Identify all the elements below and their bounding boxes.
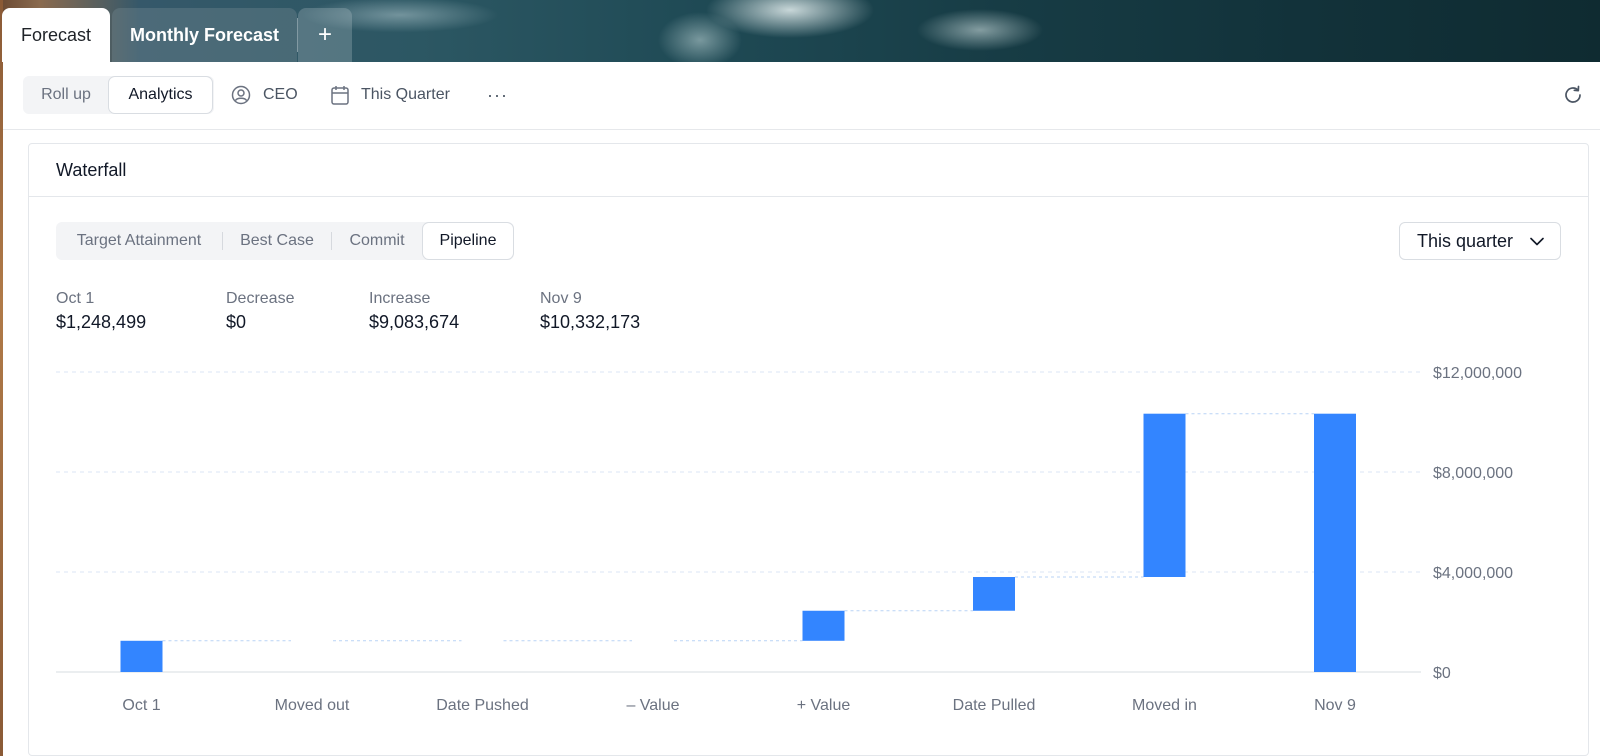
- refresh-icon[interactable]: [1562, 84, 1584, 106]
- x-tick-label: Date Pushed: [436, 697, 529, 714]
- tab-forecast[interactable]: Forecast: [2, 8, 110, 62]
- waterfall-card: Waterfall Target Attainment Best Case Co…: [28, 143, 1589, 756]
- tab-forecast-label: Forecast: [20, 24, 92, 45]
- more-options-button[interactable]: ···: [487, 76, 508, 114]
- view-toggle: Roll up Analytics: [23, 76, 214, 114]
- tab-monthly-forecast-label: Monthly Forecast: [129, 24, 280, 45]
- y-tick-label: $8,000,000: [1433, 465, 1513, 482]
- waterfall-bar: [120, 640, 163, 672]
- waterfall-bar: [802, 610, 845, 641]
- period-filter-label: This Quarter: [361, 86, 450, 103]
- toolbar: Roll up Analytics CEO This Quarter ···: [3, 62, 1600, 130]
- y-tick-label: $0: [1433, 665, 1451, 682]
- period-filter-button[interactable]: This Quarter: [331, 76, 450, 114]
- tab-monthly-forecast[interactable]: Monthly Forecast: [112, 8, 297, 62]
- calendar-icon: [331, 86, 349, 105]
- x-tick-label: + Value: [797, 697, 851, 714]
- more-dots-icon: ···: [487, 84, 508, 105]
- y-tick-label: $4,000,000: [1433, 565, 1513, 582]
- user-circle-icon: [231, 85, 251, 105]
- plus-icon: +: [317, 21, 332, 48]
- user-filter-button[interactable]: CEO: [231, 76, 298, 114]
- waterfall-chart: $0 $4,000,000 $8,000,000 $12,000,000 Oct 1 Mo…: [56, 365, 1522, 714]
- x-tick-label: Moved out: [275, 697, 350, 714]
- user-filter-label: CEO: [263, 86, 298, 103]
- analytics-toggle-button[interactable]: Analytics: [109, 77, 212, 113]
- rollup-toggle-button[interactable]: Roll up: [23, 76, 109, 114]
- waterfall-bar: [973, 577, 1015, 611]
- waterfall-bar: [1314, 413, 1356, 672]
- y-tick-label: $12,000,000: [1433, 365, 1522, 382]
- waterfall-bar: [1143, 413, 1186, 577]
- x-tick-label: – Value: [626, 697, 679, 714]
- x-tick-label: Date Pulled: [953, 697, 1036, 714]
- add-tab-button[interactable]: +: [298, 8, 352, 62]
- x-tick-label: Oct 1: [122, 697, 160, 714]
- x-tick-label: Nov 9: [1314, 697, 1356, 714]
- x-tick-label: Moved in: [1132, 697, 1197, 714]
